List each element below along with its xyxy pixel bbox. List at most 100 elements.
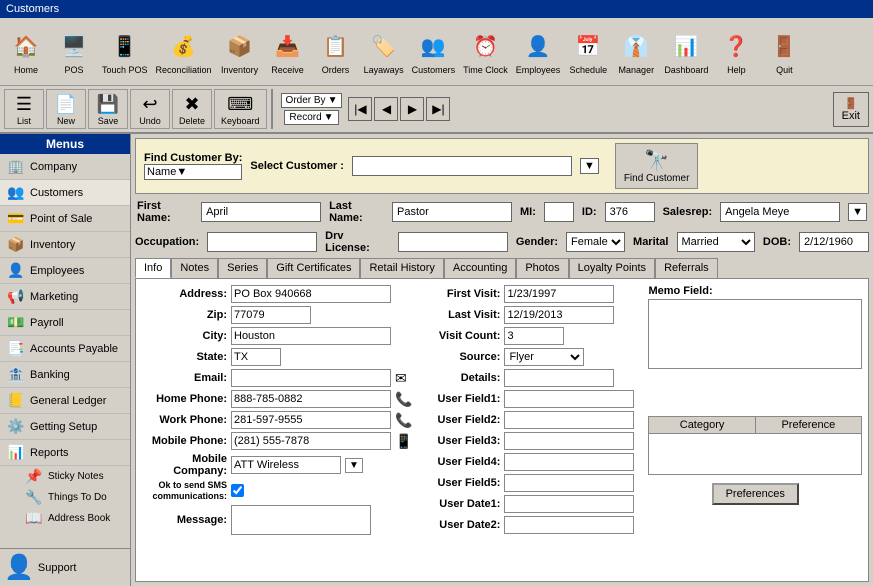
sidebar-item-accounts-payable[interactable]: 📑 Accounts Payable <box>0 336 130 362</box>
tab-referrals[interactable]: Referrals <box>655 258 718 278</box>
keyboard-button[interactable]: ⌨ Keyboard <box>214 89 267 129</box>
details-input[interactable] <box>504 369 614 387</box>
work-phone-icon[interactable]: 📞 <box>395 412 412 429</box>
user-field3-input[interactable] <box>504 432 634 450</box>
mobile-phone-input[interactable] <box>231 432 391 450</box>
sidebar-item-pos[interactable]: 💳 Point of Sale <box>0 206 130 232</box>
inventory-button[interactable]: 📦 Inventory <box>216 26 264 77</box>
sidebar-sub-sticky-notes[interactable]: 📌 Sticky Notes <box>0 466 130 487</box>
sidebar-item-company[interactable]: 🏢 Company <box>0 154 130 180</box>
email-icon[interactable]: ✉ <box>395 370 407 387</box>
first-name-input[interactable] <box>201 202 321 222</box>
layaways-button[interactable]: 🏷️ Layaways <box>360 26 408 77</box>
pos-button[interactable]: 🖥️ POS <box>50 26 98 77</box>
address-input[interactable] <box>231 285 391 303</box>
nav-last-button[interactable]: ▶| <box>426 97 450 121</box>
mobile-phone-icon[interactable]: 📱 <box>395 433 412 450</box>
tab-series[interactable]: Series <box>218 258 267 278</box>
home-phone-input[interactable] <box>231 390 391 408</box>
tab-gift-certificates[interactable]: Gift Certificates <box>267 258 360 278</box>
sidebar-item-inventory[interactable]: 📦 Inventory <box>0 232 130 258</box>
visit-count-input[interactable] <box>504 327 564 345</box>
sidebar-item-marketing[interactable]: 📢 Marketing <box>0 284 130 310</box>
tab-photos[interactable]: Photos <box>516 258 568 278</box>
drv-license-input[interactable] <box>398 232 508 252</box>
user-field4-input[interactable] <box>504 453 634 471</box>
exit-button[interactable]: 🚪 Exit <box>833 92 869 127</box>
user-date1-input[interactable] <box>504 495 634 513</box>
tab-accounting[interactable]: Accounting <box>444 258 516 278</box>
salesrep-dropdown-arrow[interactable]: ▼ <box>848 203 867 221</box>
nav-first-button[interactable]: |◀ <box>348 97 372 121</box>
mobile-company-input[interactable] <box>231 456 341 474</box>
email-input[interactable] <box>231 369 391 387</box>
tab-info[interactable]: Info <box>135 258 171 278</box>
find-by-dropdown[interactable]: Name ▼ <box>144 164 242 180</box>
sidebar-item-payroll[interactable]: 💵 Payroll <box>0 310 130 336</box>
undo-button[interactable]: ↩ Undo <box>130 89 170 129</box>
zip-input[interactable] <box>231 306 311 324</box>
time-clock-button[interactable]: ⏰ Time Clock <box>459 26 512 77</box>
new-button[interactable]: 📄 New <box>46 89 86 129</box>
sidebar-sub-address-book[interactable]: 📖 Address Book <box>0 508 130 529</box>
select-customer-input[interactable] <box>352 156 572 176</box>
last-visit-input[interactable] <box>504 306 614 324</box>
user-field1-input[interactable] <box>504 390 634 408</box>
mobile-company-dropdown-arrow[interactable]: ▼ <box>345 458 363 473</box>
employees-toolbar-button[interactable]: 👤 Employees <box>512 26 565 77</box>
help-button[interactable]: ❓ Help <box>712 26 760 77</box>
dashboard-button[interactable]: 📊 Dashboard <box>660 26 712 77</box>
message-textarea[interactable] <box>231 505 371 535</box>
state-input[interactable] <box>231 348 281 366</box>
touch-pos-button[interactable]: 📱 Touch POS <box>98 26 152 77</box>
sidebar-item-general-ledger[interactable]: 📒 General Ledger <box>0 388 130 414</box>
work-phone-input[interactable] <box>231 411 391 429</box>
marital-select[interactable]: Married Single <box>677 232 755 252</box>
city-input[interactable] <box>231 327 391 345</box>
source-select[interactable]: Flyer <box>504 348 584 366</box>
last-name-input[interactable] <box>392 202 512 222</box>
sidebar-item-customers[interactable]: 👥 Customers <box>0 180 130 206</box>
order-by-dropdown-icon[interactable]: ▼ <box>328 95 338 106</box>
save-button[interactable]: 💾 Save <box>88 89 128 129</box>
customer-info-row1: First Name: Last Name: MI: ID: Salesrep:… <box>135 198 869 226</box>
tab-retail-history[interactable]: Retail History <box>360 258 443 278</box>
tab-notes[interactable]: Notes <box>171 258 218 278</box>
list-button[interactable]: ☰ List <box>4 89 44 129</box>
preferences-button[interactable]: Preferences <box>712 483 799 505</box>
home-button[interactable]: 🏠 Home <box>2 26 50 77</box>
schedule-button[interactable]: 📅 Schedule <box>564 26 612 77</box>
user-date2-input[interactable] <box>504 516 634 534</box>
nav-next-button[interactable]: ▶ <box>400 97 424 121</box>
sidebar-sub-things-to-do[interactable]: 🔧 Things To Do <box>0 487 130 508</box>
first-visit-input[interactable] <box>504 285 614 303</box>
general-ledger-icon: 📒 <box>6 392 26 409</box>
memo-textarea[interactable] <box>648 299 862 369</box>
gender-select[interactable]: Female Male <box>566 232 625 252</box>
home-phone-icon[interactable]: 📞 <box>395 391 412 408</box>
record-dropdown-icon[interactable]: ▼ <box>324 112 334 123</box>
user-field5-input[interactable] <box>504 474 634 492</box>
nav-prev-button[interactable]: ◀ <box>374 97 398 121</box>
mi-input[interactable] <box>544 202 574 222</box>
customers-toolbar-button[interactable]: 👥 Customers <box>408 26 460 77</box>
sidebar-item-getting-setup[interactable]: ⚙️ Getting Setup <box>0 414 130 440</box>
sms-checkbox[interactable] <box>231 484 244 497</box>
orders-button[interactable]: 📋 Orders <box>312 26 360 77</box>
tab-loyalty-points[interactable]: Loyalty Points <box>569 258 655 278</box>
sidebar-item-banking[interactable]: 🏦 Banking <box>0 362 130 388</box>
select-customer-dropdown-arrow[interactable]: ▼ <box>580 158 599 174</box>
reconciliation-button[interactable]: 💰 Reconciliation <box>152 26 216 77</box>
find-customer-button[interactable]: 🔭 Find Customer <box>615 143 699 189</box>
occupation-input[interactable] <box>207 232 317 252</box>
id-input[interactable] <box>605 202 655 222</box>
sidebar-item-employees[interactable]: 👤 Employees <box>0 258 130 284</box>
quit-button[interactable]: 🚪 Quit <box>760 26 808 77</box>
receive-button[interactable]: 📥 Receive <box>264 26 312 77</box>
manager-button[interactable]: 👔 Manager <box>612 26 660 77</box>
dob-input[interactable] <box>799 232 869 252</box>
sidebar-item-reports[interactable]: 📊 Reports <box>0 440 130 466</box>
user-field2-input[interactable] <box>504 411 634 429</box>
delete-button[interactable]: ✖ Delete <box>172 89 212 129</box>
salesrep-input[interactable] <box>720 202 840 222</box>
